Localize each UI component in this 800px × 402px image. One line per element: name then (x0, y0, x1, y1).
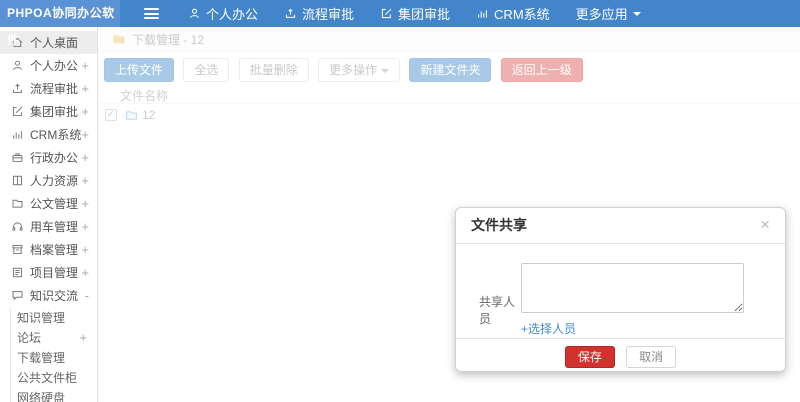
nav-item-label: 更多应用 (575, 7, 628, 22)
sidebar-subitem-label: 公共文件柜 (17, 370, 78, 385)
sidebar-item-archive-mgmt[interactable]: 档案管理 + (0, 238, 97, 261)
nav-item-personal-office[interactable]: 个人办公 (175, 0, 271, 27)
user-icon (190, 8, 199, 18)
save-button[interactable]: 保存 (564, 346, 615, 368)
sidebar-subitem-public-file-cabinet[interactable]: 公共文件柜 (11, 367, 97, 387)
headset-icon (11, 220, 24, 233)
nav-item-label: 流程审批 (302, 7, 355, 22)
sidebar-item-label: 档案管理 (30, 243, 79, 257)
sidebar-item-label: 个人桌面 (30, 36, 79, 50)
nav-item-label: CRM系统 (494, 7, 550, 22)
top-navbar: PHPOA协同办公软件 个人办公 流程审批 集团审批 CRM系统 更多应用 (0, 0, 800, 47)
share-people-label: 共享人员 (479, 295, 516, 326)
book-icon (11, 174, 24, 187)
expand-plus-icon[interactable]: + (81, 243, 89, 256)
sidebar-item-personal-office[interactable]: 个人办公 + (0, 54, 97, 77)
process-icon (11, 82, 24, 95)
user-icon (11, 59, 24, 72)
caret-down-icon (632, 11, 641, 16)
sidebar-item-label: 个人办公 (30, 59, 79, 73)
sidebar-subitem-forum[interactable]: 论坛 + (11, 327, 97, 347)
expand-plus-icon[interactable]: + (79, 331, 87, 344)
briefcase-icon (11, 151, 24, 164)
sidebar-subitem-network-disk[interactable]: 网络硬盘 (11, 387, 97, 402)
dialog-title: 文件共享 (471, 217, 527, 233)
nav-item-more-apps[interactable]: 更多应用 (563, 0, 654, 27)
sidebar-item-knowledge-exchange[interactable]: 知识交流 - (0, 284, 97, 307)
sidebar-subitem-knowledge-mgmt[interactable]: 知识管理 (11, 307, 97, 327)
file-share-dialog: 文件共享 × 共享人员 +选择人员 保存 取消 (455, 207, 786, 372)
expand-plus-icon[interactable]: + (81, 197, 89, 210)
nav-item-workflow-approval[interactable]: 流程审批 (271, 0, 367, 27)
expand-plus-icon[interactable]: + (81, 105, 89, 118)
sidebar-subitem-download-mgmt[interactable]: 下载管理 (11, 347, 97, 367)
sidebar-subitem-label: 网络硬盘 (17, 390, 66, 402)
sidebar-item-admin-office[interactable]: 行政办公 + (0, 146, 97, 169)
edit-icon (381, 8, 392, 19)
sidebar-item-workflow-approval[interactable]: 流程审批 + (0, 77, 97, 100)
folder-icon (11, 197, 24, 210)
expand-plus-icon[interactable]: + (81, 220, 89, 233)
close-icon[interactable]: × (760, 208, 770, 241)
sidebar-item-crm[interactable]: CRM系统 + (0, 123, 97, 146)
expand-plus-icon[interactable]: + (81, 151, 89, 164)
sidebar-item-label: 项目管理 (30, 266, 79, 280)
share-people-textarea[interactable] (521, 263, 744, 313)
sidebar-subitem-label: 知识管理 (17, 310, 66, 325)
nav-item-label: 集团审批 (398, 7, 451, 22)
expand-plus-icon[interactable]: + (81, 128, 89, 141)
dialog-header: 文件共享 × (456, 208, 785, 244)
nav-item-label: 个人办公 (206, 7, 259, 22)
knowledge-exchange-submenu: 知识管理 论坛 + 下载管理 公共文件柜 网络硬盘 (10, 307, 97, 402)
expand-plus-icon[interactable]: + (81, 59, 89, 72)
document-icon (11, 266, 24, 279)
expand-plus-icon[interactable]: + (81, 82, 89, 95)
select-people-link[interactable]: +选择人员 (521, 320, 576, 337)
process-icon (285, 8, 296, 18)
menu-toggle-button[interactable] (144, 8, 159, 19)
sidebar-item-label: 人力资源 (30, 174, 79, 188)
sidebar-item-label: 行政办公 (30, 151, 79, 165)
sidebar-subitem-label: 下载管理 (17, 350, 66, 365)
expand-plus-icon[interactable]: + (81, 266, 89, 279)
sidebar-item-hr[interactable]: 人力资源 + (0, 169, 97, 192)
chat-icon (11, 289, 24, 302)
cancel-button[interactable]: 取消 (626, 346, 677, 368)
sidebar-item-group-approval[interactable]: 集团审批 + (0, 100, 97, 123)
sidebar-item-official-docs[interactable]: 公文管理 + (0, 192, 97, 215)
sidebar-item-label: 用车管理 (30, 220, 79, 234)
expand-plus-icon[interactable]: + (81, 174, 89, 187)
collapse-minus-icon[interactable]: - (85, 289, 89, 302)
archive-icon (11, 243, 24, 256)
sidebar-item-vehicle-mgmt[interactable]: 用车管理 + (0, 215, 97, 238)
dialog-body: 共享人员 +选择人员 (456, 244, 785, 337)
nav-item-crm[interactable]: CRM系统 (463, 0, 563, 27)
top-menu: 个人办公 流程审批 集团审批 CRM系统 更多应用 (175, 0, 654, 27)
sidebar-item-label: CRM系统 (30, 128, 82, 142)
sidebar-item-label: 公文管理 (30, 197, 79, 211)
app-logo: PHPOA协同办公软件 (0, 0, 120, 47)
dialog-footer: 保存 取消 (456, 338, 785, 371)
chart-icon (11, 128, 24, 141)
sidebar-subitem-label: 论坛 (17, 330, 42, 345)
sidebar-item-label: 知识交流 (30, 289, 79, 303)
sidebar-item-label: 流程审批 (30, 82, 79, 96)
sidebar-item-label: 集团审批 (30, 105, 79, 119)
nav-item-group-approval[interactable]: 集团审批 (367, 0, 463, 27)
sidebar: 个人桌面 个人办公 + 流程审批 + 集团审批 + CRM系统 + 行政办公 +… (0, 27, 98, 402)
chart-icon (478, 10, 487, 18)
sidebar-item-project-mgmt[interactable]: 项目管理 + (0, 261, 97, 284)
edit-icon (11, 105, 24, 118)
